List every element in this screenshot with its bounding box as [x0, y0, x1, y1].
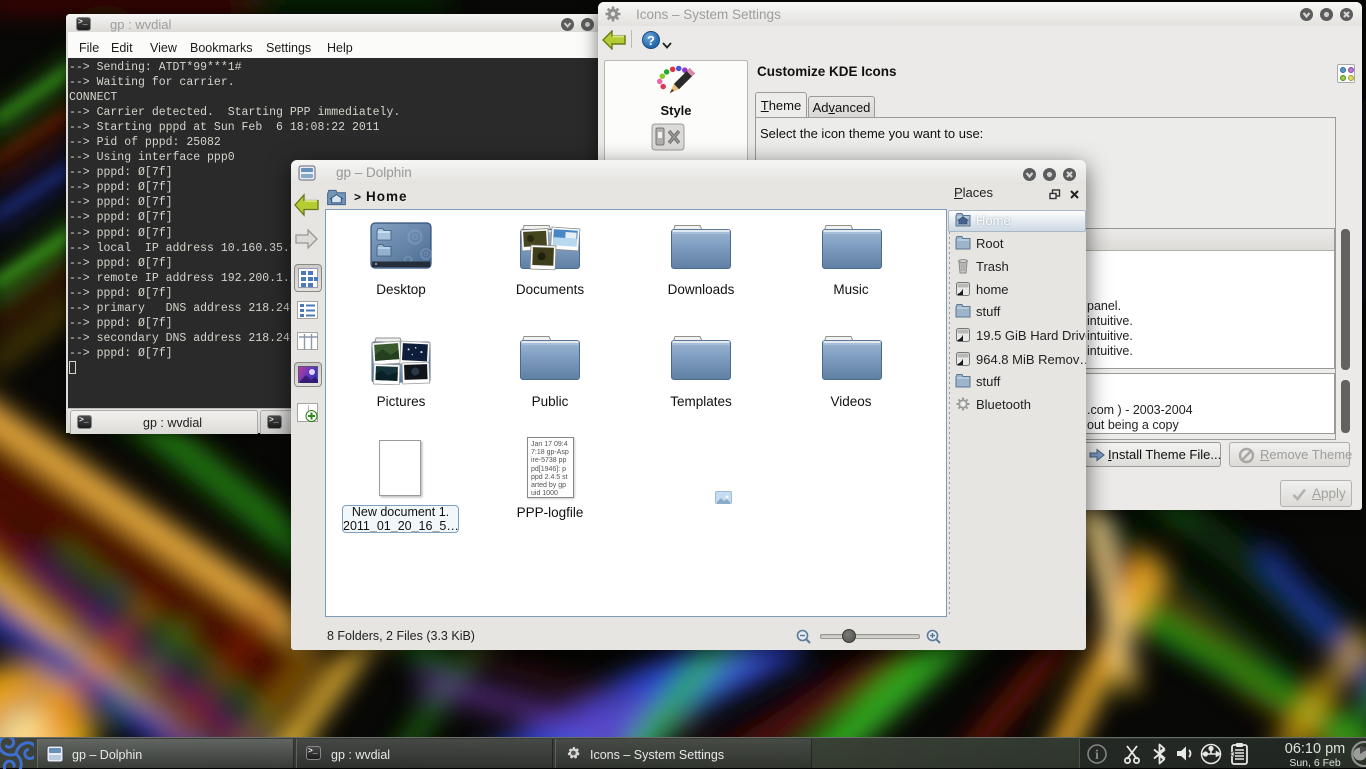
svg-text:i: i [1095, 748, 1099, 763]
